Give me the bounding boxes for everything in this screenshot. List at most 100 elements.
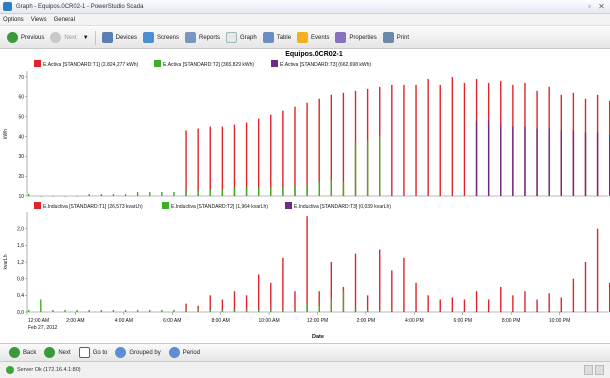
bar-t3 xyxy=(487,311,490,313)
bar-t1 xyxy=(584,262,587,312)
x-tick-label: 12:00 AM xyxy=(28,318,49,324)
menu-general[interactable]: General xyxy=(54,17,75,23)
bar-t3 xyxy=(524,311,526,313)
top-legend: E.Activa [STANDARD:T1] (2.824,277 kWh) E… xyxy=(34,60,371,68)
bar-t1 xyxy=(463,299,466,312)
bar-t3 xyxy=(536,311,538,313)
properties-button[interactable]: Properties xyxy=(335,32,377,43)
graph-panel: Equipos.0CR02-1 E.Activa [STANDARD:T1] (… xyxy=(0,49,610,343)
next-period-button[interactable]: Next xyxy=(44,347,71,358)
bar-t2 xyxy=(161,192,163,196)
bar-t1 xyxy=(427,78,429,196)
goto-button[interactable]: Go to xyxy=(78,347,107,358)
back-arrow-icon xyxy=(7,32,18,43)
maximize-icon[interactable]: ▫ xyxy=(585,2,594,11)
next-button[interactable]: Next xyxy=(50,32,77,43)
bar-t1 xyxy=(524,291,526,312)
bar-t1 xyxy=(197,128,199,196)
bar-t1 xyxy=(354,253,357,312)
bar-t2 xyxy=(161,309,163,312)
graph-icon xyxy=(226,32,238,43)
navigation-bar: Back Next Go to Grouped by Period xyxy=(0,343,610,362)
bar-t2 xyxy=(294,186,296,196)
bar-t1 xyxy=(439,299,441,312)
bar-t3 xyxy=(512,126,514,196)
x-tick-label: 4:00 AM xyxy=(115,318,133,324)
x-tick-label: 10:00 PM xyxy=(549,318,570,324)
table-label: Table xyxy=(276,34,292,41)
bar-t1 xyxy=(451,297,454,312)
bar-t3 xyxy=(584,311,587,313)
bar-t1 xyxy=(270,114,272,196)
back-button[interactable]: Back xyxy=(9,347,36,358)
reports-button[interactable]: Reports xyxy=(185,32,220,43)
legend-label-inductiva-t2: E.Inductiva [STANDARD:T2] (1,964 kvarLh) xyxy=(171,204,268,210)
bar-t2 xyxy=(185,190,187,196)
bar-t1 xyxy=(463,82,466,196)
bar-t2 xyxy=(173,309,175,312)
bar-t3 xyxy=(560,311,562,313)
bar-t2 xyxy=(209,190,211,196)
toolbar-separator xyxy=(94,30,96,45)
x-tick-label: 2:00 AM xyxy=(66,318,84,324)
bar-t1 xyxy=(379,249,381,312)
bar-t1 xyxy=(451,76,454,196)
legend-swatch-inductiva-t1[interactable] xyxy=(34,202,41,209)
events-button[interactable]: Events xyxy=(297,32,329,43)
x-axis-date: Feb 27, 2012 xyxy=(28,325,58,331)
screens-button[interactable]: Screens xyxy=(142,32,179,43)
graph-button[interactable]: Graph xyxy=(226,32,257,43)
bar-t2 xyxy=(197,309,199,312)
bar-t2 xyxy=(318,182,320,196)
bar-t2 xyxy=(330,180,333,196)
y-tick-label: 50 xyxy=(18,114,24,120)
bar-t2 xyxy=(294,309,296,312)
legend-swatch-t2[interactable] xyxy=(154,60,161,67)
bar-t1 xyxy=(500,287,502,312)
legend-swatch-inductiva-t3[interactable] xyxy=(285,202,292,209)
bar-t2 xyxy=(100,309,103,312)
menu-views[interactable]: Views xyxy=(31,17,47,23)
bar-t2 xyxy=(209,309,211,312)
period-label: Period xyxy=(182,349,201,356)
menu-options[interactable]: Options xyxy=(3,17,24,23)
devices-button[interactable]: Devices xyxy=(101,32,137,43)
bar-t1 xyxy=(415,84,417,196)
top-y-axis-label: kWh xyxy=(3,129,9,139)
bar-t1 xyxy=(415,282,417,312)
y-tick-label: 0,8 xyxy=(17,276,24,282)
bar-t2 xyxy=(282,188,284,196)
previous-label: Previous xyxy=(21,34,45,41)
bar-t1 xyxy=(257,118,260,196)
grouped-by-button[interactable]: Grouped by xyxy=(115,347,161,358)
bar-t3 xyxy=(536,128,538,196)
close-icon[interactable]: ✕ xyxy=(597,2,606,11)
table-button[interactable]: Table xyxy=(262,32,292,43)
bar-t2 xyxy=(245,188,248,196)
bar-t1 xyxy=(282,257,284,312)
table-icon xyxy=(262,32,274,43)
period-button[interactable]: Period xyxy=(168,347,201,358)
legend-label-t3: E.Activa [STANDARD:T3] (662,698 kWh) xyxy=(280,62,371,68)
bar-t2 xyxy=(149,192,151,196)
window-controls: ▫ ✕ xyxy=(585,2,606,11)
bar-t1 xyxy=(270,282,272,312)
properties-label: Properties xyxy=(349,34,377,41)
previous-button[interactable]: Previous xyxy=(7,32,44,43)
bar-t2 xyxy=(257,309,260,312)
bar-t1 xyxy=(342,92,345,196)
legend-swatch-t3[interactable] xyxy=(271,60,278,67)
legend-swatch-t1[interactable] xyxy=(34,60,41,67)
reports-icon xyxy=(185,32,196,43)
bar-t2 xyxy=(221,190,224,196)
legend-swatch-inductiva-t2[interactable] xyxy=(162,202,169,209)
print-button[interactable]: Print xyxy=(382,32,409,43)
bar-t2 xyxy=(76,309,78,312)
bar-t1 xyxy=(294,291,296,312)
devices-label: Devices xyxy=(115,34,137,41)
status-indicator-2 xyxy=(595,365,604,375)
dropdown-arrow-icon[interactable]: ▼ xyxy=(83,35,89,41)
y-tick-label: 2,0 xyxy=(17,226,24,232)
chart-marks: 70 60 50 40 30 20 10 2,0 1,6 1,2 0,8 0,4 0,0 12:00 AM… xyxy=(17,71,610,324)
bar-t1 xyxy=(391,270,393,312)
